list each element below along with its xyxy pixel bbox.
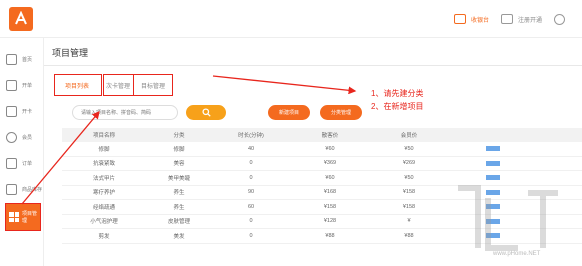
sidebar-item-members[interactable]: 会员 — [0, 126, 44, 148]
sidebar-item-label: 会员 — [22, 134, 33, 141]
search-icon — [202, 108, 211, 117]
row-actions — [448, 146, 518, 152]
highlight-box — [54, 74, 102, 96]
sidebar-item-orders[interactable]: 订单 — [0, 152, 44, 174]
table-header: 项目名称 分类 时长(分钟) 散客价 会员价 — [62, 128, 582, 142]
cell-category: 美容 — [173, 161, 185, 168]
sidebar-item-inventory[interactable]: 商品库存 — [0, 178, 44, 200]
cell-category: 皮肤管理 — [167, 219, 190, 226]
cell-duration: 0 — [249, 160, 253, 167]
cell-member-price: ¥158 — [402, 203, 416, 210]
cell-duration: 40 — [247, 145, 255, 152]
edit-link[interactable] — [486, 160, 500, 166]
sidebar-item-label: 订单 — [22, 160, 33, 167]
cell-member-price: ¥269 — [402, 160, 416, 167]
cell-name: 修脚 — [98, 146, 110, 153]
top-bar: 收银台 注册开通 — [0, 0, 582, 38]
cashier-button[interactable]: 收银台 — [453, 14, 489, 24]
table-row[interactable]: 抗衰紧致 美容 0 ¥369 ¥269 — [62, 157, 582, 171]
cell-name: 寒疗养护 — [92, 190, 115, 197]
annotation-step-1: 1、请先建分类 — [371, 89, 424, 98]
header-member-price: 会员价 — [400, 133, 418, 139]
row-actions — [448, 160, 518, 166]
register-button[interactable]: 注册开通 — [500, 14, 542, 24]
sidebar-item-home[interactable]: 首页 — [0, 48, 44, 70]
cell-price: ¥158 — [323, 203, 337, 210]
search-button[interactable] — [186, 105, 226, 120]
user-icon — [554, 13, 565, 25]
page-title: 项目管理 — [52, 48, 89, 58]
sidebar-item-label: 开卡 — [22, 108, 33, 115]
highlight-box — [133, 74, 173, 96]
sidebar-item-label: 商品库存 — [22, 186, 43, 193]
cell-category: 美发 — [173, 233, 185, 240]
cell-duration: 60 — [247, 203, 255, 210]
cell-member-price: ¥ — [407, 218, 411, 225]
cell-duration: 90 — [247, 189, 255, 196]
sidebar-item-card[interactable]: 开卡 — [0, 100, 44, 122]
header-category: 分类 — [173, 133, 185, 139]
home-icon — [6, 53, 17, 65]
header-price: 散客价 — [321, 133, 339, 139]
sidebar-item-billing[interactable]: 开单 — [0, 74, 44, 96]
cell-price: ¥60 — [325, 174, 335, 181]
cell-price: ¥168 — [323, 189, 337, 196]
cell-duration: 0 — [249, 218, 253, 225]
grid-icon — [9, 212, 19, 222]
cell-price: ¥60 — [325, 145, 335, 152]
divider — [44, 65, 582, 66]
cell-duration: 0 — [249, 232, 253, 239]
printer-icon — [500, 14, 513, 24]
cell-category: 修脚 — [173, 146, 185, 153]
cell-category: 养生 — [173, 190, 185, 197]
sidebar-item-label: 项目管理 — [22, 211, 38, 224]
cell-price: ¥128 — [323, 218, 337, 225]
cell-member-price: ¥158 — [402, 189, 416, 196]
cashier-label: 收银台 — [470, 17, 489, 24]
cell-name: 剪发 — [98, 233, 110, 240]
cell-category: 养生 — [173, 204, 185, 211]
bag-icon — [6, 79, 17, 91]
watermark-logo — [458, 185, 558, 251]
highlight-box — [103, 74, 134, 96]
watermark-text: www.pHome.NET — [493, 251, 541, 257]
cell-member-price: ¥50 — [404, 174, 414, 181]
search-row: 新建项目 分类管理 — [72, 105, 402, 121]
cell-price: ¥369 — [323, 160, 337, 167]
cell-name: 经络疏通 — [92, 204, 115, 211]
sidebar-item-label: 首页 — [22, 56, 33, 63]
sidebar-item-label: 开单 — [22, 82, 33, 89]
cell-name: 小气泡护理 — [90, 219, 118, 226]
cell-member-price: ¥50 — [404, 145, 414, 152]
cell-name: 抗衰紧致 — [92, 161, 115, 168]
card-icon — [6, 105, 17, 117]
cell-member-price: ¥88 — [404, 232, 414, 239]
category-button[interactable]: 分类管理 — [320, 105, 362, 120]
app-logo[interactable] — [9, 7, 33, 31]
box-icon — [6, 183, 17, 195]
cell-price: ¥88 — [325, 232, 335, 239]
register-icon — [453, 14, 466, 24]
sidebar: 首页 开单 开卡 会员 订单 商品库存 项目管理 — [0, 38, 44, 266]
register-label: 注册开通 — [517, 17, 542, 24]
table-row[interactable]: 修脚 修脚 40 ¥60 ¥50 — [62, 142, 582, 157]
search-input[interactable] — [72, 105, 178, 120]
cell-name: 法式甲片 — [92, 175, 115, 182]
header-duration: 时长(分钟) — [238, 133, 264, 139]
cell-category: 美甲美睫 — [167, 175, 190, 182]
sidebar-item-projects[interactable]: 项目管理 — [5, 203, 41, 231]
new-project-button[interactable]: 新建项目 — [268, 105, 310, 120]
order-icon — [6, 157, 17, 169]
member-icon — [6, 131, 17, 143]
edit-link[interactable] — [486, 146, 500, 152]
header-name: 项目名称 — [92, 133, 115, 139]
cell-duration: 0 — [249, 174, 253, 181]
user-button[interactable] — [554, 13, 570, 25]
